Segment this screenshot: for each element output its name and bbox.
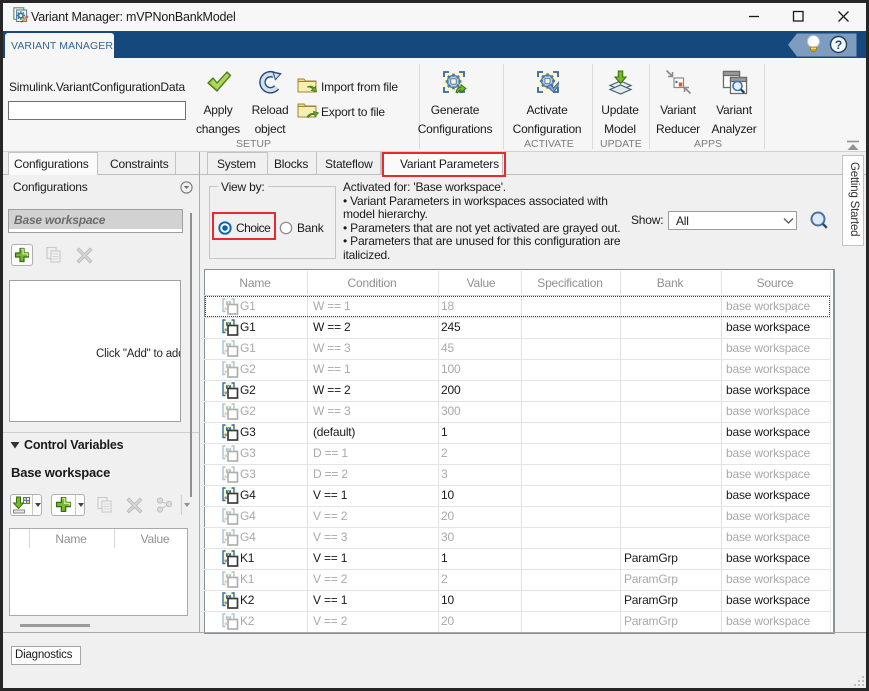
svg-text:?: ?: [835, 38, 842, 52]
